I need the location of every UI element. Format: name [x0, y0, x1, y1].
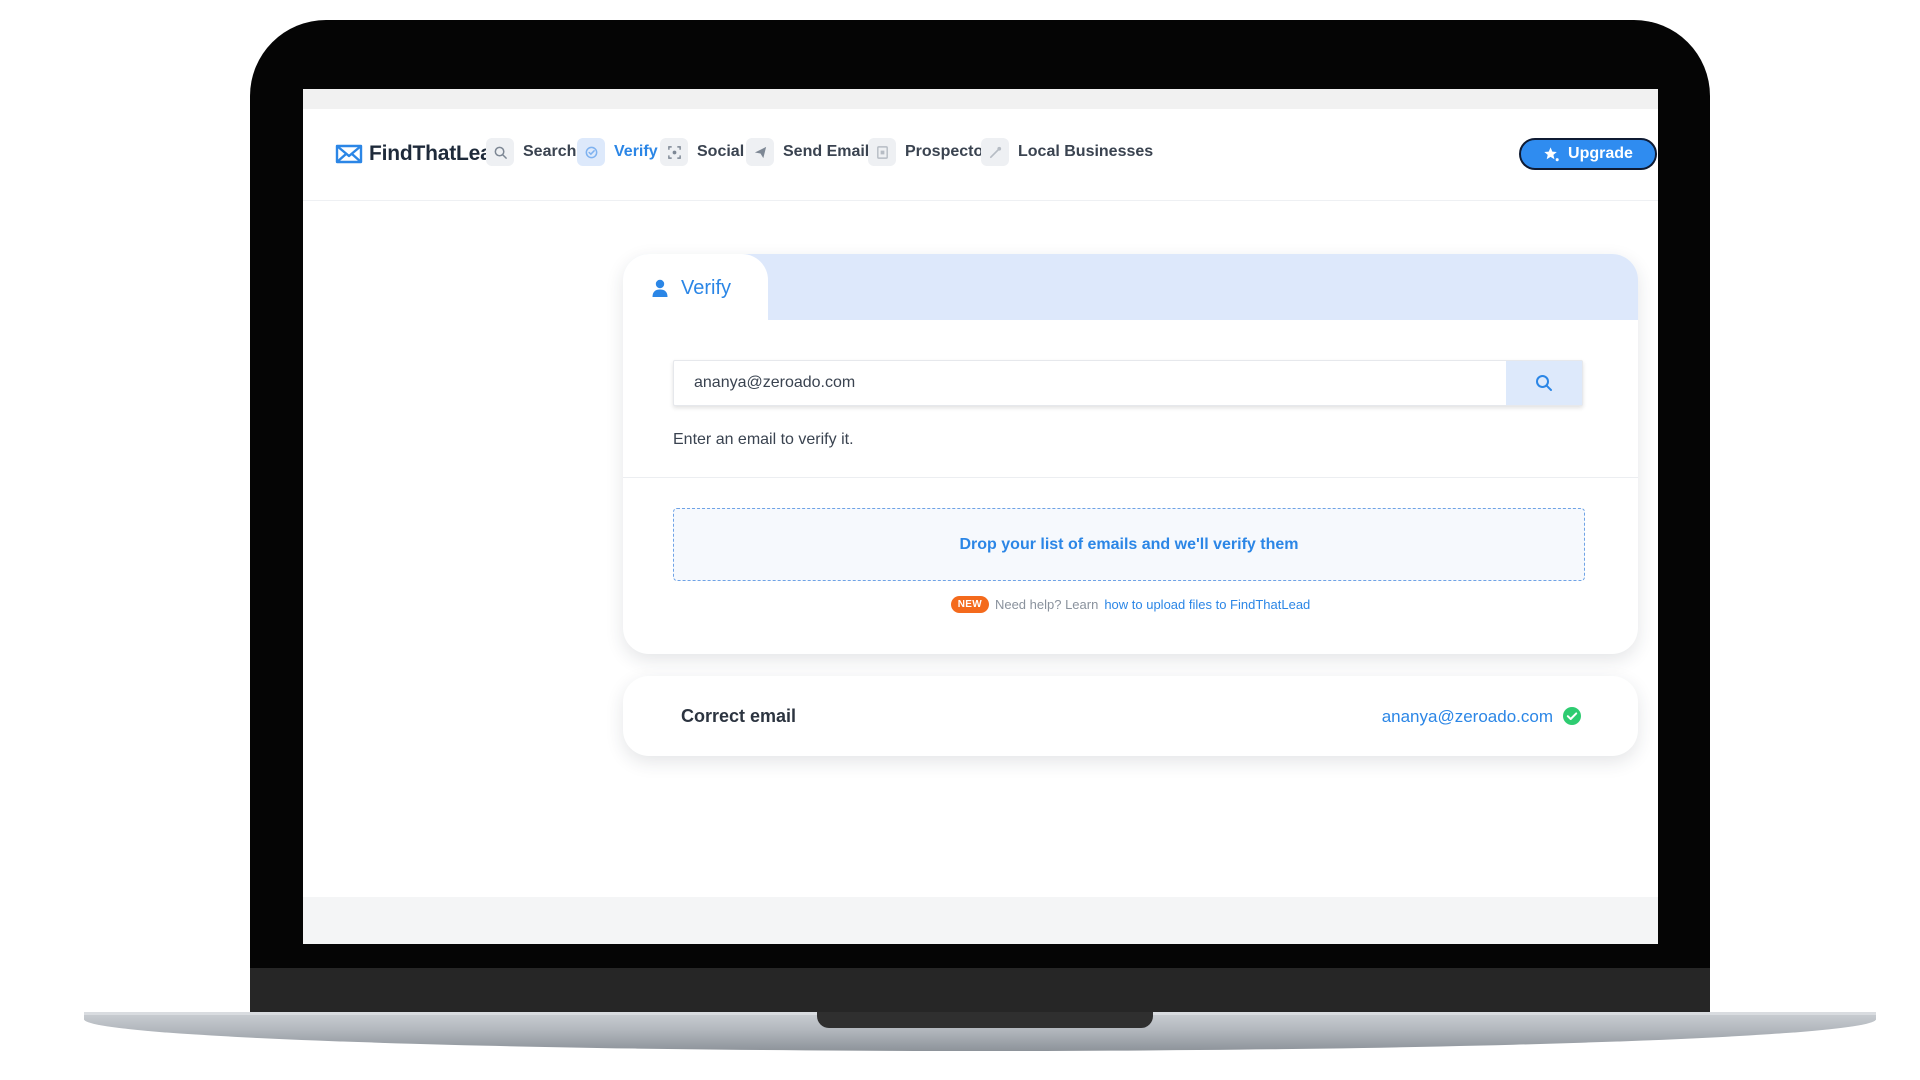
- helper-text: Enter an email to verify it.: [673, 431, 854, 448]
- verify-card: Verify Enter an email to verify it. Drop…: [623, 254, 1638, 654]
- upgrade-label: Upgrade: [1568, 145, 1633, 162]
- search-icon: [486, 138, 514, 166]
- search-button[interactable]: [1506, 361, 1582, 405]
- browser-strip: [303, 89, 1658, 109]
- screen-footer: [303, 897, 1658, 944]
- nav-item-local-businesses[interactable]: Local Businesses: [981, 138, 1153, 166]
- divider: [623, 477, 1638, 478]
- help-row: NEW Need help? Learn how to upload files…: [623, 596, 1638, 613]
- nav-item-search[interactable]: Search: [486, 138, 576, 166]
- help-text: Need help? Learn: [994, 597, 1099, 612]
- tab-verify-label: Verify: [681, 276, 732, 299]
- nav-item-send-emails[interactable]: Send Emails: [746, 138, 878, 166]
- local-businesses-icon: [981, 138, 1009, 166]
- file-dropzone[interactable]: Drop your list of emails and we'll verif…: [673, 508, 1585, 581]
- result-label: Correct email: [681, 706, 797, 726]
- user-icon: [652, 279, 668, 297]
- check-circle-icon: [1563, 707, 1581, 725]
- result-card: Correct email ananya@zeroado.com: [623, 676, 1638, 756]
- nav-label-local-businesses: Local Businesses: [1018, 143, 1154, 160]
- logo-text: FindThatLead: [369, 142, 505, 165]
- search-icon: [1536, 375, 1552, 391]
- upgrade-button[interactable]: Upgrade: [1519, 138, 1657, 170]
- nav-label-social: Social: [697, 143, 745, 160]
- send-icon: [746, 138, 774, 166]
- nav-item-prospector[interactable]: Prospector: [868, 138, 989, 166]
- nav-label-search: Search: [523, 143, 577, 160]
- screen: FindThatLead Search Verify Social Send E: [303, 89, 1658, 944]
- verify-icon: [577, 138, 605, 166]
- nav-label-send-emails: Send Emails: [783, 143, 879, 160]
- email-input[interactable]: [674, 361, 1506, 405]
- social-icon: [660, 138, 688, 166]
- verify-search-bar: [673, 360, 1583, 406]
- prospector-icon: [868, 138, 896, 166]
- nav-item-social[interactable]: Social: [660, 138, 744, 166]
- star-icon: [1544, 146, 1559, 161]
- logo-icon: [335, 144, 363, 164]
- logo[interactable]: FindThatLead: [335, 142, 504, 166]
- nav-label-prospector: Prospector: [905, 143, 990, 160]
- upload-help-link[interactable]: how to upload files to FindThatLead: [1104, 597, 1310, 612]
- result-email[interactable]: ananya@zeroado.com: [1382, 707, 1553, 727]
- nav-label-verify: Verify: [614, 143, 658, 160]
- new-badge: NEW: [950, 596, 989, 613]
- top-nav: FindThatLead Search Verify Social Send E: [303, 109, 1658, 201]
- tab-verify[interactable]: Verify: [623, 254, 768, 322]
- laptop-notch: [817, 1012, 1153, 1028]
- nav-item-verify[interactable]: Verify: [577, 138, 658, 166]
- card-header-band: [623, 254, 1638, 320]
